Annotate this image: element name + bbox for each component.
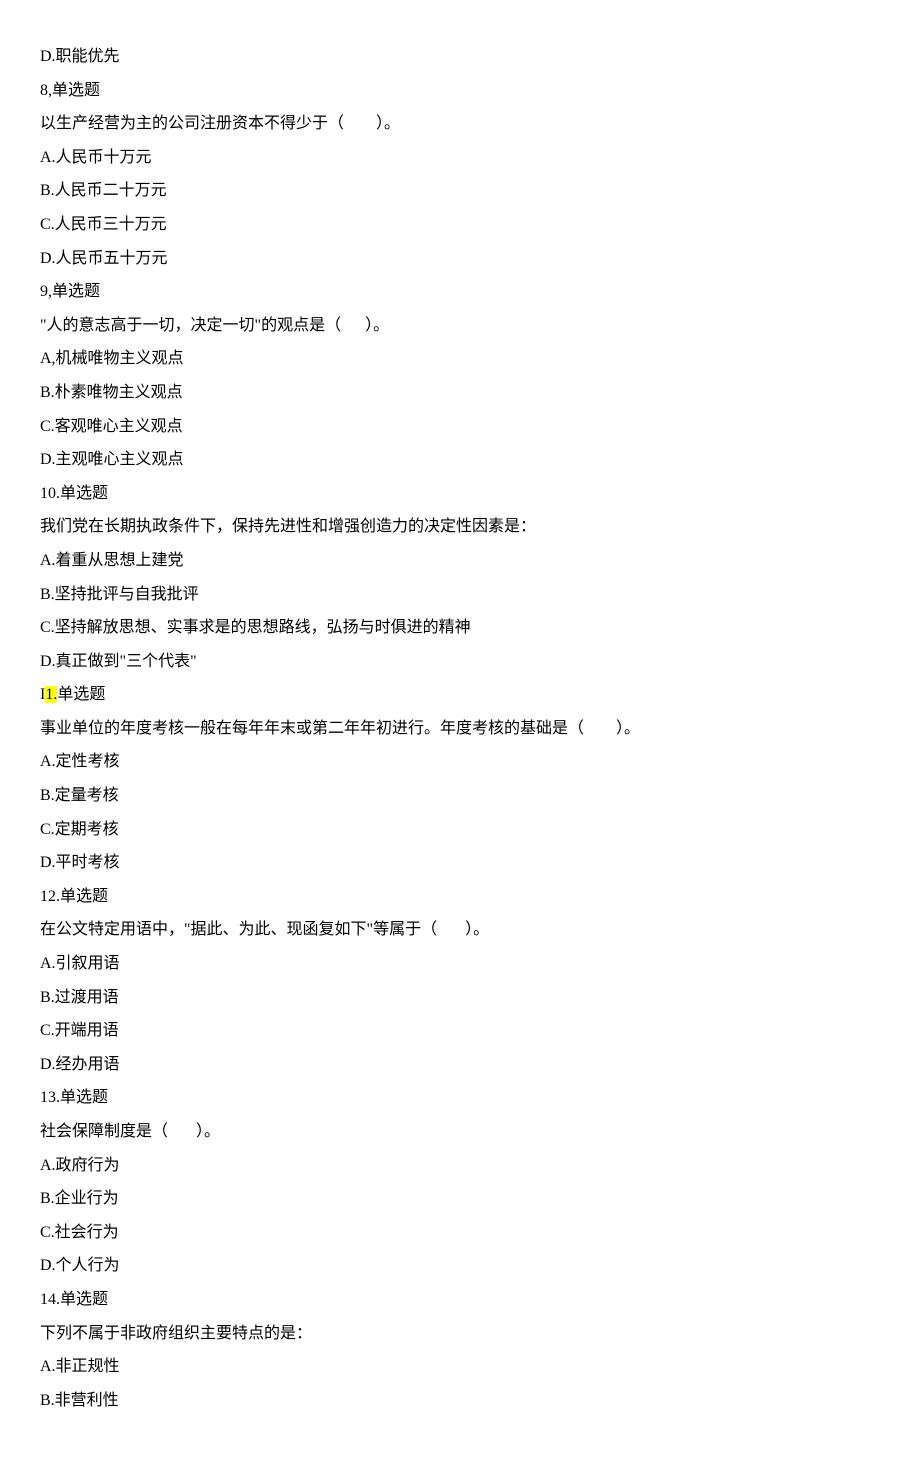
text-line: "人的意志高于一切，决定一切"的观点是（ ）。 — [40, 309, 880, 343]
text-line: B.过渡用语 — [40, 981, 880, 1015]
text-line: 10.单选题 — [40, 477, 880, 511]
text-line: C.定期考核 — [40, 813, 880, 847]
text-line: A.人民币十万元 — [40, 141, 880, 175]
text-line: 8,单选题 — [40, 74, 880, 108]
text-line: C.坚持解放思想、实事求是的思想路线，弘扬与时俱进的精神 — [40, 611, 880, 645]
document-body: D.职能优先8,单选题以生产经营为主的公司注册资本不得少于（ ）。A.人民币十万… — [40, 40, 880, 1417]
text-line: 9,单选题 — [40, 275, 880, 309]
text-line: C.开端用语 — [40, 1014, 880, 1048]
text-line: A.政府行为 — [40, 1149, 880, 1183]
text-line: A.着重从思想上建党 — [40, 544, 880, 578]
text-line: 事业单位的年度考核一般在每年年末或第二年年初进行。年度考核的基础是（ ）。 — [40, 712, 880, 746]
text-line: D.真正做到"三个代表" — [40, 645, 880, 679]
text-line: 社会保障制度是（ ）。 — [40, 1115, 880, 1149]
text-line: 14.单选题 — [40, 1283, 880, 1317]
text-line: B.人民币二十万元 — [40, 174, 880, 208]
text-line: A.引叙用语 — [40, 947, 880, 981]
text-line: D.职能优先 — [40, 40, 880, 74]
text-line: B.企业行为 — [40, 1182, 880, 1216]
text-line: D.主观唯心主义观点 — [40, 443, 880, 477]
line-suffix: 单选题 — [57, 686, 105, 703]
text-line: B.朴素唯物主义观点 — [40, 376, 880, 410]
highlighted-text: 1. — [45, 686, 57, 703]
text-line: A.非正规性 — [40, 1350, 880, 1384]
text-line: C.人民币三十万元 — [40, 208, 880, 242]
text-line: A.定性考核 — [40, 745, 880, 779]
text-line: 13.单选题 — [40, 1081, 880, 1115]
text-line: C.客观唯心主义观点 — [40, 410, 880, 444]
text-line: 下列不属于非政府组织主要特点的是： — [40, 1317, 880, 1351]
text-line: B.非营利性 — [40, 1384, 880, 1418]
text-line: D.个人行为 — [40, 1249, 880, 1283]
text-line: 我们党在长期执政条件下，保持先进性和增强创造力的决定性因素是： — [40, 510, 880, 544]
text-line: B.坚持批评与自我批评 — [40, 578, 880, 612]
text-line: A,机械唯物主义观点 — [40, 342, 880, 376]
text-line: 在公文特定用语中，"据此、为此、现函复如下"等属于（ ）。 — [40, 913, 880, 947]
text-line: 12.单选题 — [40, 880, 880, 914]
text-line: I1.单选题 — [40, 678, 880, 712]
text-line: D.经办用语 — [40, 1048, 880, 1082]
text-line: B.定量考核 — [40, 779, 880, 813]
text-line: D.人民币五十万元 — [40, 242, 880, 276]
text-line: C.社会行为 — [40, 1216, 880, 1250]
text-line: 以生产经营为主的公司注册资本不得少于（ ）。 — [40, 107, 880, 141]
text-line: D.平时考核 — [40, 846, 880, 880]
